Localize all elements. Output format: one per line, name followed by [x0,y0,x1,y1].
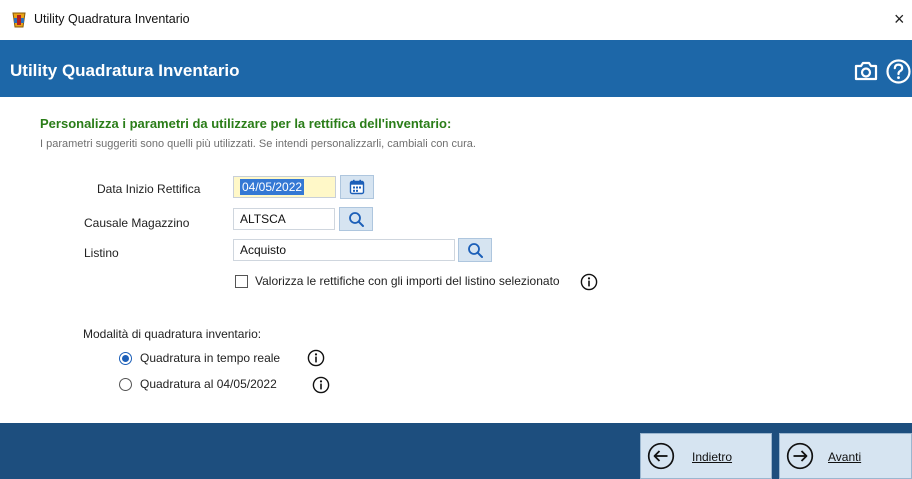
back-button[interactable]: Indietro [640,433,772,479]
radio-tempo-reale[interactable] [119,352,132,365]
dialog-header: Utility Quadratura Inventario [0,40,912,97]
close-button[interactable]: × [894,9,912,29]
back-button-label: Indietro [692,450,733,464]
section-subtitle: I parametri suggeriti sono quelli più ut… [40,138,476,150]
valorizza-checkbox[interactable] [235,275,248,288]
info-icon[interactable] [580,273,598,291]
calendar-button[interactable] [340,175,374,199]
valorizza-checkbox-label[interactable]: Valorizza le rettifiche con gli importi … [255,274,560,288]
date-field[interactable]: 04/05/2022 [233,176,336,198]
dialog-title: Utility Quadratura Inventario [10,61,240,80]
next-button-label: Avanti [828,450,862,464]
app-icon [12,12,26,28]
window-title: Utility Quadratura Inventario [34,12,190,26]
listino-value: Acquisto [240,243,287,257]
search-icon [348,211,364,227]
causale-search-button[interactable] [339,207,373,231]
next-button[interactable]: Avanti [779,433,912,479]
radio-tempo-reale-label[interactable]: Quadratura in tempo reale [140,351,280,365]
date-value: 04/05/2022 [240,179,305,195]
arrow-right-icon [786,442,814,470]
window-titlebar: Utility Quadratura Inventario × [0,0,912,40]
arrow-left-icon [647,442,675,470]
info-icon[interactable] [307,349,325,367]
help-icon[interactable] [885,58,912,85]
footer-bar: Indietro Avanti [0,423,912,479]
mode-label: Modalità di quadratura inventario: [83,327,262,341]
listino-search-button[interactable] [458,238,492,262]
date-label: Data Inizio Rettifica [97,182,201,196]
calendar-icon [349,179,365,195]
listino-label: Listino [84,246,119,260]
causale-label: Causale Magazzino [84,216,190,230]
info-icon[interactable] [312,376,330,394]
section-title: Personalizza i parametri da utilizzare p… [40,116,452,131]
search-icon [467,242,483,258]
causale-value: ALTSCA [240,212,286,226]
camera-icon[interactable] [853,60,879,82]
radio-quadratura-data[interactable] [119,378,132,391]
radio-quadratura-data-label[interactable]: Quadratura al 04/05/2022 [140,377,277,391]
listino-field[interactable]: Acquisto [233,239,455,261]
causale-field[interactable]: ALTSCA [233,208,335,230]
